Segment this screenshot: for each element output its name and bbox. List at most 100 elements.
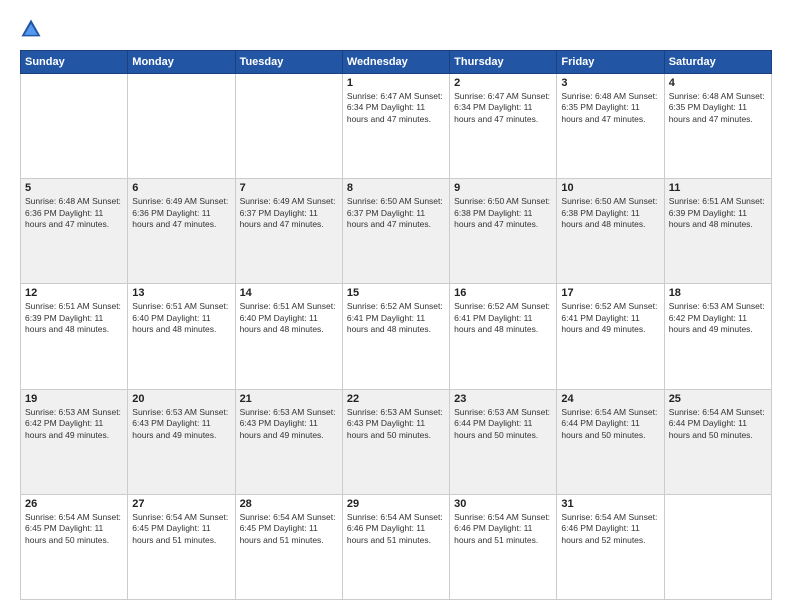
day-number: 24 xyxy=(561,393,659,405)
calendar-cell: 28 Sunrise: 6:54 AM Sunset: 6:45 PM Dayli… xyxy=(235,494,342,599)
calendar-cell: 4 Sunrise: 6:48 AM Sunset: 6:35 PM Daylig… xyxy=(664,74,771,179)
day-info: Sunrise: 6:51 AM Sunset: 6:40 PM Dayligh… xyxy=(132,301,230,335)
page: SundayMondayTuesdayWednesdayThursdayFrid… xyxy=(0,0,792,612)
day-number: 2 xyxy=(454,77,552,89)
weekday-header-tuesday: Tuesday xyxy=(235,51,342,74)
day-number: 8 xyxy=(347,182,445,194)
week-row-1: 1 Sunrise: 6:47 AM Sunset: 6:34 PM Daylig… xyxy=(21,74,772,179)
day-number: 6 xyxy=(132,182,230,194)
weekday-header-thursday: Thursday xyxy=(450,51,557,74)
day-info: Sunrise: 6:51 AM Sunset: 6:40 PM Dayligh… xyxy=(240,301,338,335)
day-number: 11 xyxy=(669,182,767,194)
day-number: 19 xyxy=(25,393,123,405)
week-row-2: 5Sunrise: 6:48 AM Sunset: 6:36 PM Daylig… xyxy=(21,179,772,284)
day-number: 3 xyxy=(561,77,659,89)
day-info: Sunrise: 6:54 AM Sunset: 6:46 PM Dayligh… xyxy=(454,512,552,546)
day-number: 13 xyxy=(132,287,230,299)
week-row-3: 12 Sunrise: 6:51 AM Sunset: 6:39 PM Dayli… xyxy=(21,284,772,389)
day-number: 15 xyxy=(347,287,445,299)
calendar-cell: 7 Sunrise: 6:49 AM Sunset: 6:37 PM Daylig… xyxy=(235,179,342,284)
calendar-cell: 10 Sunrise: 6:50 AM Sunset: 6:38 PM Dayli… xyxy=(557,179,664,284)
day-number: 16 xyxy=(454,287,552,299)
day-number: 25 xyxy=(669,393,767,405)
calendar-cell: 14 Sunrise: 6:51 AM Sunset: 6:40 PM Dayli… xyxy=(235,284,342,389)
calendar-cell xyxy=(664,494,771,599)
day-info: Sunrise: 6:50 AM Sunset: 6:38 PM Dayligh… xyxy=(454,196,552,230)
calendar-cell xyxy=(21,74,128,179)
day-info: Sunrise: 6:52 AM Sunset: 6:41 PM Dayligh… xyxy=(454,301,552,335)
day-number: 31 xyxy=(561,498,659,510)
calendar-cell: 9 Sunrise: 6:50 AM Sunset: 6:38 PM Daylig… xyxy=(450,179,557,284)
calendar-cell: 1Sunrise: 6:47 AM Sunset: 6:34 PM Daylig… xyxy=(342,74,449,179)
day-info: Sunrise: 6:48 AM Sunset: 6:35 PM Dayligh… xyxy=(561,91,659,125)
calendar-cell: 2 Sunrise: 6:47 AM Sunset: 6:34 PM Daylig… xyxy=(450,74,557,179)
day-info: Sunrise: 6:49 AM Sunset: 6:36 PM Dayligh… xyxy=(132,196,230,230)
day-number: 9 xyxy=(454,182,552,194)
weekday-header-sunday: Sunday xyxy=(21,51,128,74)
day-info: Sunrise: 6:53 AM Sunset: 6:43 PM Dayligh… xyxy=(132,407,230,441)
day-info: Sunrise: 6:52 AM Sunset: 6:41 PM Dayligh… xyxy=(561,301,659,335)
calendar-cell: 5Sunrise: 6:48 AM Sunset: 6:36 PM Daylig… xyxy=(21,179,128,284)
calendar-cell: 15 Sunrise: 6:52 AM Sunset: 6:41 PM Dayli… xyxy=(342,284,449,389)
calendar-cell: 8 Sunrise: 6:50 AM Sunset: 6:37 PM Daylig… xyxy=(342,179,449,284)
day-number: 17 xyxy=(561,287,659,299)
calendar-table: SundayMondayTuesdayWednesdayThursdayFrid… xyxy=(20,50,772,600)
day-number: 30 xyxy=(454,498,552,510)
weekday-header-monday: Monday xyxy=(128,51,235,74)
day-info: Sunrise: 6:54 AM Sunset: 6:45 PM Dayligh… xyxy=(240,512,338,546)
calendar-cell: 29 Sunrise: 6:54 AM Sunset: 6:46 PM Dayli… xyxy=(342,494,449,599)
day-info: Sunrise: 6:53 AM Sunset: 6:43 PM Dayligh… xyxy=(240,407,338,441)
day-info: Sunrise: 6:48 AM Sunset: 6:35 PM Dayligh… xyxy=(669,91,767,125)
day-info: Sunrise: 6:52 AM Sunset: 6:41 PM Dayligh… xyxy=(347,301,445,335)
day-info: Sunrise: 6:54 AM Sunset: 6:44 PM Dayligh… xyxy=(561,407,659,441)
calendar-body: 1 Sunrise: 6:47 AM Sunset: 6:34 PM Daylig… xyxy=(21,74,772,600)
day-number: 10 xyxy=(561,182,659,194)
calendar-cell: 24 Sunrise: 6:54 AM Sunset: 6:44 PM Dayli… xyxy=(557,389,664,494)
day-number: 28 xyxy=(240,498,338,510)
header xyxy=(20,18,772,40)
day-number: 18 xyxy=(669,287,767,299)
calendar-cell: 26 Sunrise: 6:54 AM Sunset: 6:45 PM Dayli… xyxy=(21,494,128,599)
calendar-cell: 16 Sunrise: 6:52 AM Sunset: 6:41 PM Dayli… xyxy=(450,284,557,389)
weekday-header-saturday: Saturday xyxy=(664,51,771,74)
calendar-cell: 13 Sunrise: 6:51 AM Sunset: 6:40 PM Dayli… xyxy=(128,284,235,389)
day-info: Sunrise: 6:54 AM Sunset: 6:44 PM Dayligh… xyxy=(669,407,767,441)
weekday-header-friday: Friday xyxy=(557,51,664,74)
calendar-cell: 21Sunrise: 6:53 AM Sunset: 6:43 PM Dayli… xyxy=(235,389,342,494)
day-number: 29 xyxy=(347,498,445,510)
day-info: Sunrise: 6:49 AM Sunset: 6:37 PM Dayligh… xyxy=(240,196,338,230)
day-number: 12 xyxy=(25,287,123,299)
day-number: 22 xyxy=(347,393,445,405)
day-number: 27 xyxy=(132,498,230,510)
day-info: Sunrise: 6:53 AM Sunset: 6:43 PM Dayligh… xyxy=(347,407,445,441)
calendar-cell: 22 Sunrise: 6:53 AM Sunset: 6:43 PM Dayli… xyxy=(342,389,449,494)
calendar-cell xyxy=(128,74,235,179)
calendar-cell: 25 Sunrise: 6:54 AM Sunset: 6:44 PM Dayli… xyxy=(664,389,771,494)
day-number: 7 xyxy=(240,182,338,194)
day-info: Sunrise: 6:51 AM Sunset: 6:39 PM Dayligh… xyxy=(25,301,123,335)
day-info: Sunrise: 6:48 AM Sunset: 6:36 PM Dayligh… xyxy=(25,196,123,230)
day-info: Sunrise: 6:54 AM Sunset: 6:46 PM Dayligh… xyxy=(561,512,659,546)
day-info: Sunrise: 6:50 AM Sunset: 6:38 PM Dayligh… xyxy=(561,196,659,230)
day-number: 20 xyxy=(132,393,230,405)
day-info: Sunrise: 6:54 AM Sunset: 6:46 PM Dayligh… xyxy=(347,512,445,546)
calendar-cell: 19Sunrise: 6:53 AM Sunset: 6:42 PM Dayli… xyxy=(21,389,128,494)
day-info: Sunrise: 6:54 AM Sunset: 6:45 PM Dayligh… xyxy=(25,512,123,546)
calendar-cell xyxy=(235,74,342,179)
calendar-cell: 20 Sunrise: 6:53 AM Sunset: 6:43 PM Dayli… xyxy=(128,389,235,494)
logo-icon xyxy=(20,18,42,40)
calendar-cell: 6 Sunrise: 6:49 AM Sunset: 6:36 PM Daylig… xyxy=(128,179,235,284)
calendar-cell: 27Sunrise: 6:54 AM Sunset: 6:45 PM Dayli… xyxy=(128,494,235,599)
weekday-header-wednesday: Wednesday xyxy=(342,51,449,74)
day-number: 4 xyxy=(669,77,767,89)
day-number: 1 xyxy=(347,77,445,89)
day-number: 26 xyxy=(25,498,123,510)
calendar-cell: 18Sunrise: 6:53 AM Sunset: 6:42 PM Dayli… xyxy=(664,284,771,389)
day-info: Sunrise: 6:50 AM Sunset: 6:37 PM Dayligh… xyxy=(347,196,445,230)
calendar-cell: 17 Sunrise: 6:52 AM Sunset: 6:41 PM Dayli… xyxy=(557,284,664,389)
day-info: Sunrise: 6:47 AM Sunset: 6:34 PM Dayligh… xyxy=(454,91,552,125)
day-number: 14 xyxy=(240,287,338,299)
calendar-cell: 23Sunrise: 6:53 AM Sunset: 6:44 PM Dayli… xyxy=(450,389,557,494)
week-row-4: 19Sunrise: 6:53 AM Sunset: 6:42 PM Dayli… xyxy=(21,389,772,494)
day-number: 23 xyxy=(454,393,552,405)
